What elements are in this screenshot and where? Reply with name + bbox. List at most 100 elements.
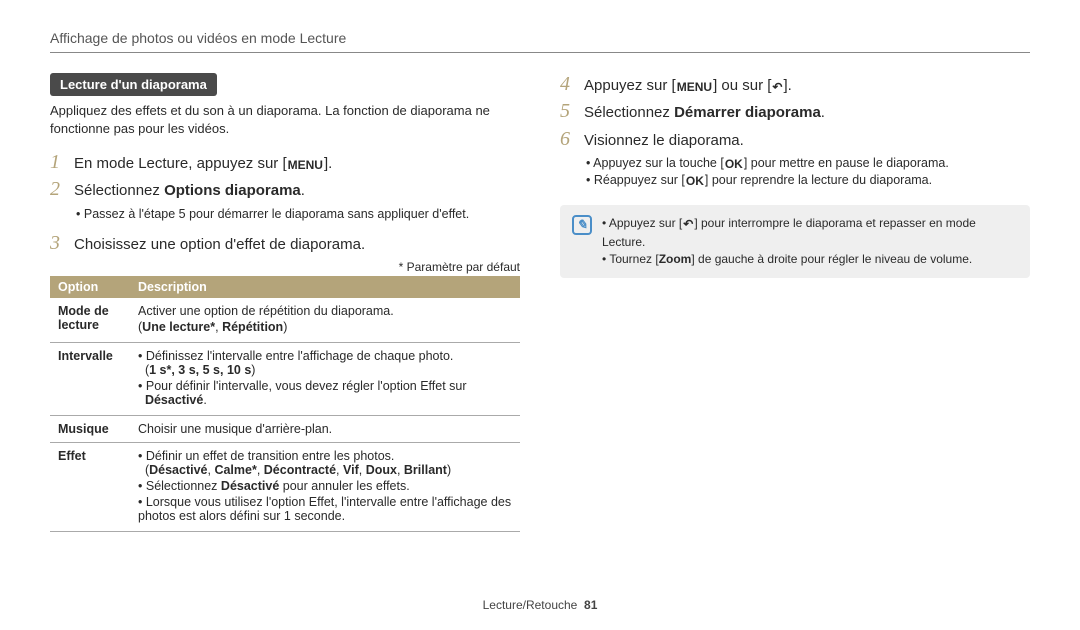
bullet-icon [76,207,84,221]
tip-text: Tournez [ [609,252,658,266]
val: 1 s* [149,363,171,377]
bullet-icon [138,479,146,493]
step-2-sub: Passez à l'étape 5 pour démarrer le diap… [76,206,520,223]
sub-text: ] pour mettre en pause le diaporama. [744,156,949,170]
desc-text: Pour définir l'intervalle, vous devez ré… [146,379,467,393]
desc-line: Définissez l'intervalle entre l'affichag… [138,349,512,377]
step4-post: ]. [783,77,791,94]
table-row: Musique Choisir une musique d'arrière-pl… [50,415,520,442]
step5-post: . [821,104,825,121]
option-name: Intervalle [50,342,130,415]
val: Doux [366,463,397,477]
right-column: 4 Appuyez sur [MENU] ou sur [↶]. 5 Sélec… [560,73,1030,532]
footer-page-number: 81 [584,598,597,612]
sub-text: Réappuyez sur [ [594,173,685,187]
step-5: 5 Sélectionnez Démarrer diaporama. [560,100,1030,123]
step-4: 4 Appuyez sur [MENU] ou sur [↶]. [560,73,1030,96]
desc-line: Activer une option de répétition du diap… [138,304,512,318]
table-row: Mode de lecture Activer une option de ré… [50,298,520,343]
option-desc: Activer une option de répétition du diap… [130,298,520,343]
step-number: 5 [560,100,574,123]
sub-text: ] pour reprendre la lecture du diaporama… [705,173,932,187]
desc-line: Sélectionnez Désactivé pour annuler les … [138,479,512,493]
val: Désactivé [149,463,207,477]
val: Désactivé [221,479,279,493]
step6-text: Visionnez le diaporama. [584,131,1030,151]
desc-text: pour annuler les effets. [279,479,409,493]
desc-text: Sélectionnez [146,479,221,493]
val: Une lecture* [142,320,215,334]
step2-bold: Options diaporama [164,182,301,199]
val: , 3 s, 5 s, 10 s [171,363,251,377]
step-3: 3 Choisissez une option d'effet de diapo… [50,232,520,255]
step2-sub-text: Passez à l'étape 5 pour démarrer le diap… [84,207,469,221]
zoom-key: Zoom [659,252,692,266]
desc-text: . [203,393,206,407]
step-6-sub: Appuyez sur la touche [OK] pour mettre e… [586,155,1030,189]
th-description: Description [130,276,520,298]
desc-line: Lorsque vous utilisez l'option Effet, l'… [138,495,512,523]
bullet-icon [602,216,609,230]
page-footer: Lecture/Retouche 81 [0,598,1080,612]
desc-values: (Une lecture*, Répétition) [138,320,512,334]
ok-key-icon: OK [724,156,744,172]
desc-text: Définir un effet de transition entre les… [146,449,395,463]
options-table: Option Description Mode de lecture Activ… [50,276,520,532]
step5-pre: Sélectionnez [584,104,674,121]
step1-post: ]. [324,155,332,172]
bullet-icon [138,379,146,393]
step-number: 1 [50,151,64,174]
option-name: Musique [50,415,130,442]
option-desc: Définir un effet de transition entre les… [130,442,520,531]
section-chip: Lecture d'un diaporama [50,73,217,96]
param-default-note: * Paramètre par défaut [50,260,520,274]
bullet-icon [586,173,594,187]
step-number: 6 [560,128,574,151]
val: Décontracté [264,463,336,477]
menu-key-icon: MENU [676,79,713,95]
tip-list: Appuyez sur [↶] pour interrompre le diap… [602,215,1018,268]
step4-mid: ] ou sur [ [713,77,771,94]
back-key-icon: ↶ [771,79,783,95]
val: Répétition [222,320,283,334]
val: Brillant [404,463,447,477]
left-column: Lecture d'un diaporama Appliquez des eff… [50,73,520,532]
header-rule [50,52,1030,53]
table-row: Intervalle Définissez l'intervalle entre… [50,342,520,415]
desc-line: Pour définir l'intervalle, vous devez ré… [138,379,512,407]
option-name: Mode de lecture [50,298,130,343]
step5-bold: Démarrer diaporama [674,104,821,121]
step1-pre: En mode Lecture, appuyez sur [ [74,155,287,172]
step4-pre: Appuyez sur [ [584,77,676,94]
tip-text: Appuyez sur [ [609,216,682,230]
option-name: Effet [50,442,130,531]
tip-icon: ✎ [572,215,592,235]
step2-post: . [301,182,305,199]
desc-line: Définir un effet de transition entre les… [138,449,512,477]
th-option: Option [50,276,130,298]
intro-text: Appliquez des effets et du son à un diap… [50,102,520,137]
page-header: Affichage de photos ou vidéos en mode Le… [50,30,1030,46]
sub-text: Appuyez sur la touche [ [593,156,724,170]
option-desc: Choisir une musique d'arrière-plan. [130,415,520,442]
val: Désactivé [145,393,203,407]
step-number: 2 [50,178,64,201]
ok-key-icon: OK [685,173,705,189]
desc-text: Lorsque vous utilisez l'option Effet, l'… [138,495,511,523]
footer-section: Lecture/Retouche [483,598,578,612]
step2-pre: Sélectionnez [74,182,164,199]
step-number: 3 [50,232,64,255]
bullet-icon [138,349,146,363]
step-1: 1 En mode Lecture, appuyez sur [MENU]. [50,151,520,174]
menu-key-icon: MENU [287,157,324,173]
tip-text: ] de gauche à droite pour régler le nive… [691,252,972,266]
step-number: 4 [560,73,574,96]
bullet-icon [138,449,146,463]
step3-text: Choisissez une option d'effet de diapora… [74,235,520,255]
step-2: 2 Sélectionnez Options diaporama. [50,178,520,201]
table-row: Effet Définir un effet de transition ent… [50,442,520,531]
desc-text: Définissez l'intervalle entre l'affichag… [146,349,454,363]
bullet-icon [138,495,146,509]
val: Calme* [214,463,256,477]
step-6: 6 Visionnez le diaporama. [560,128,1030,151]
